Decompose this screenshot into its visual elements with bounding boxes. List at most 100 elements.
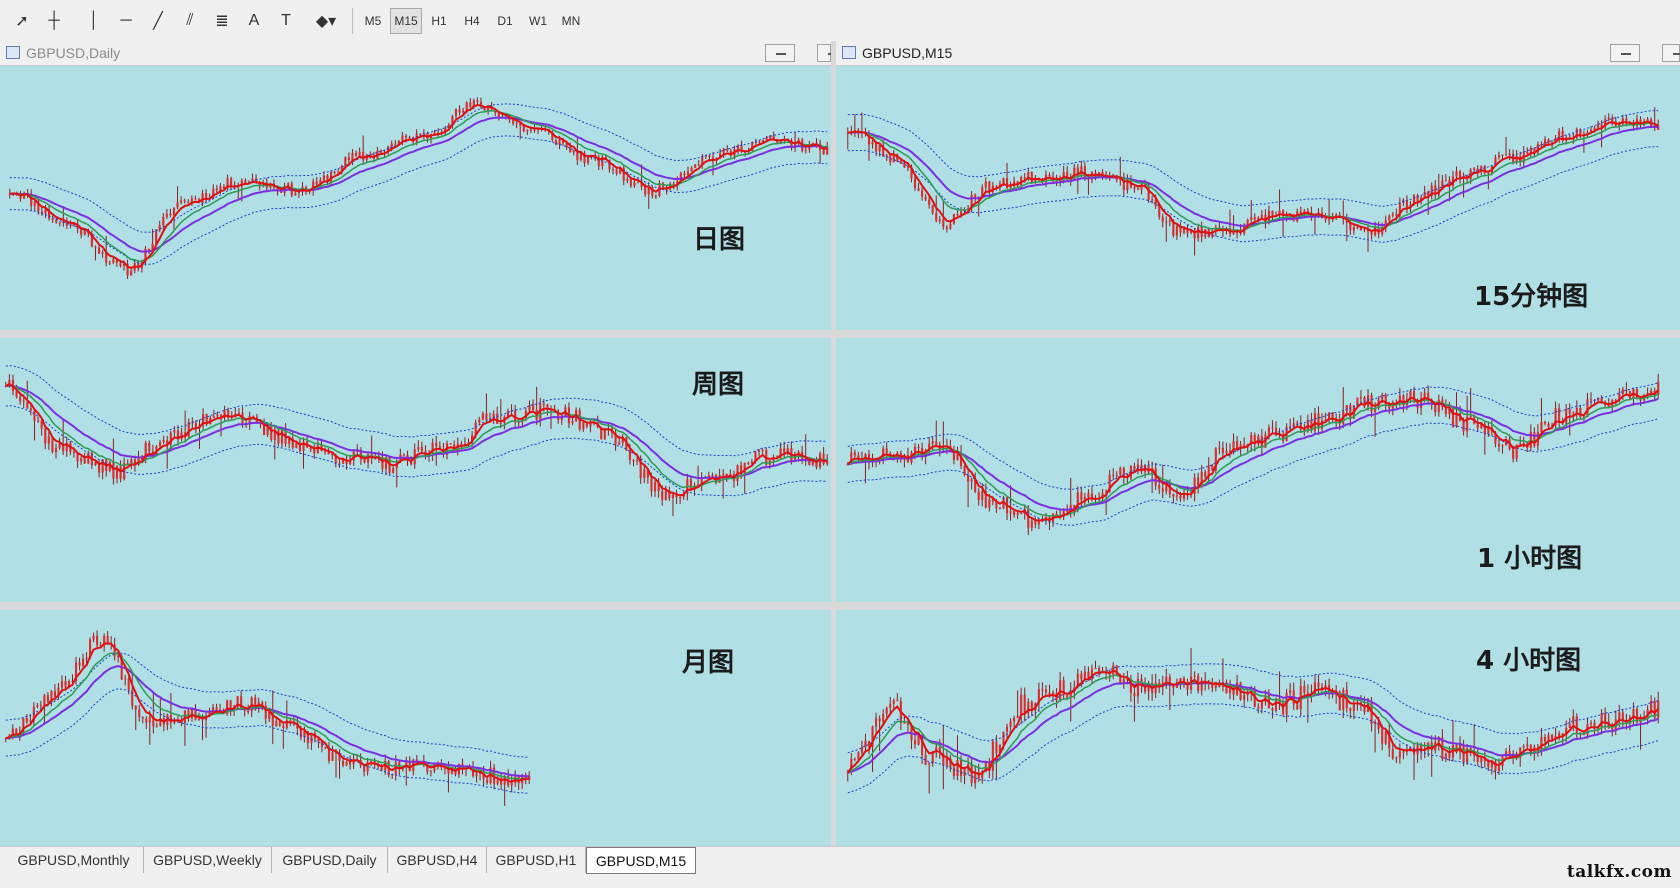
candle-body	[1345, 405, 1348, 412]
candle-body	[1048, 174, 1051, 177]
candle-body	[1572, 716, 1575, 725]
candle-body	[1158, 206, 1161, 217]
timeframe-w1-button[interactable]: W1	[522, 8, 554, 34]
chart-window-h1[interactable]: 1 小时图	[836, 338, 1680, 602]
candle-body	[216, 414, 219, 417]
candle-body	[906, 166, 909, 168]
candle-body	[903, 722, 906, 724]
chart-window-monthly[interactable]: 月图	[0, 610, 831, 846]
candle-body	[215, 188, 218, 191]
candle-body	[878, 145, 881, 152]
candle-body	[465, 102, 468, 111]
chart-tab[interactable]: GBPUSD,H4	[388, 847, 487, 873]
timeframe-d1-button[interactable]: D1	[489, 8, 521, 34]
chart-window-h4[interactable]: 4 小时图	[836, 610, 1680, 846]
arrows-dropdown-icon[interactable]: ◆▾	[304, 8, 348, 34]
chart-window-weekly[interactable]: 周图	[0, 338, 831, 602]
candle-body	[162, 216, 165, 226]
candle-body	[1512, 449, 1515, 459]
candle-body	[931, 204, 934, 213]
chart-tab[interactable]: GBPUSD,M15	[586, 847, 696, 874]
chart-tab[interactable]: GBPUSD,Monthly	[4, 847, 144, 873]
candle-body	[1161, 216, 1164, 222]
timeframe-h4-button[interactable]: H4	[456, 8, 488, 34]
candle-body	[1260, 214, 1263, 218]
cursor-icon[interactable]: ➚	[8, 8, 36, 34]
chart-label-monthly: 月图	[682, 648, 735, 678]
candle-body	[112, 462, 115, 479]
chart-tab[interactable]: GBPUSD,Weekly	[144, 847, 272, 873]
text-label-icon[interactable]: T	[272, 8, 300, 34]
candle-body	[921, 190, 924, 197]
candle-body	[435, 442, 438, 447]
candle-body	[458, 109, 461, 113]
candle-body	[974, 772, 977, 784]
candle-body	[80, 228, 83, 235]
fibonacci-icon[interactable]: ≣	[208, 8, 236, 34]
candle-body	[275, 720, 278, 727]
candle-body	[183, 200, 186, 202]
candle-body	[1097, 668, 1101, 671]
candle-body	[108, 262, 111, 264]
window-splitter[interactable]	[831, 41, 836, 846]
vertical-line-icon[interactable]: │	[80, 8, 108, 34]
candle-body	[1547, 139, 1550, 144]
candle-body	[1650, 390, 1653, 393]
candle-body	[1257, 706, 1260, 709]
equidistant-channel-icon[interactable]: ⫽	[176, 8, 204, 34]
candle-body	[419, 133, 422, 135]
chart-tab[interactable]: GBPUSD,H1	[487, 847, 586, 873]
candle-body	[586, 157, 590, 164]
horizontal-line-icon[interactable]: ─	[112, 8, 140, 34]
candle-body	[822, 150, 825, 155]
candle-body	[43, 695, 46, 706]
candle-body	[370, 760, 373, 763]
timeframe-mn-button[interactable]: MN	[555, 8, 587, 34]
candle-body	[935, 441, 938, 445]
window-splitter[interactable]	[0, 330, 1680, 338]
candle-body	[1161, 488, 1164, 492]
candle-body	[1349, 708, 1352, 711]
candle-body	[761, 449, 764, 451]
candle-body	[1501, 445, 1504, 447]
crosshair-icon[interactable]: ┼	[40, 8, 68, 34]
candle-body	[1370, 231, 1373, 236]
candle-body	[804, 149, 807, 151]
candle-body	[952, 767, 956, 776]
candle-body	[94, 246, 97, 248]
candle-body	[124, 678, 127, 680]
chart-window-daily[interactable]: GBPUSD,Daily 日图	[0, 41, 838, 330]
candle-body	[931, 441, 934, 444]
candle-body	[1168, 220, 1171, 222]
candle-body	[938, 219, 941, 222]
text-icon[interactable]: A	[240, 8, 268, 34]
candle-body	[1133, 466, 1136, 470]
candle-body	[857, 752, 860, 760]
candle-body	[469, 102, 472, 108]
candle-body	[1352, 226, 1355, 231]
candle-body	[169, 714, 172, 723]
candle-body	[499, 423, 502, 425]
candle-body	[1423, 191, 1426, 198]
candle-body	[945, 758, 948, 766]
price-chart-daily[interactable]	[0, 41, 831, 330]
candle-body	[991, 741, 994, 771]
candle-body	[40, 211, 43, 214]
timeframe-m15-button[interactable]: M15	[390, 8, 422, 34]
trendline-icon[interactable]: ╱	[144, 8, 172, 34]
chart-window-m15[interactable]: GBPUSD,M15 15分钟图	[836, 41, 1680, 330]
candle-body	[44, 209, 47, 214]
candle-body	[169, 213, 172, 216]
candle-body	[295, 442, 298, 448]
candle-body	[1005, 178, 1009, 189]
candle-body	[757, 450, 761, 452]
window-splitter[interactable]	[0, 602, 1680, 610]
timeframe-h1-button[interactable]: H1	[423, 8, 455, 34]
candle-body	[1395, 214, 1398, 216]
candle-body	[1458, 171, 1462, 178]
timeframe-m5-button[interactable]: M5	[357, 8, 389, 34]
candle-body	[481, 413, 484, 420]
candle-body	[155, 725, 158, 727]
candle-body	[747, 463, 750, 465]
chart-tab[interactable]: GBPUSD,Daily	[272, 847, 388, 873]
